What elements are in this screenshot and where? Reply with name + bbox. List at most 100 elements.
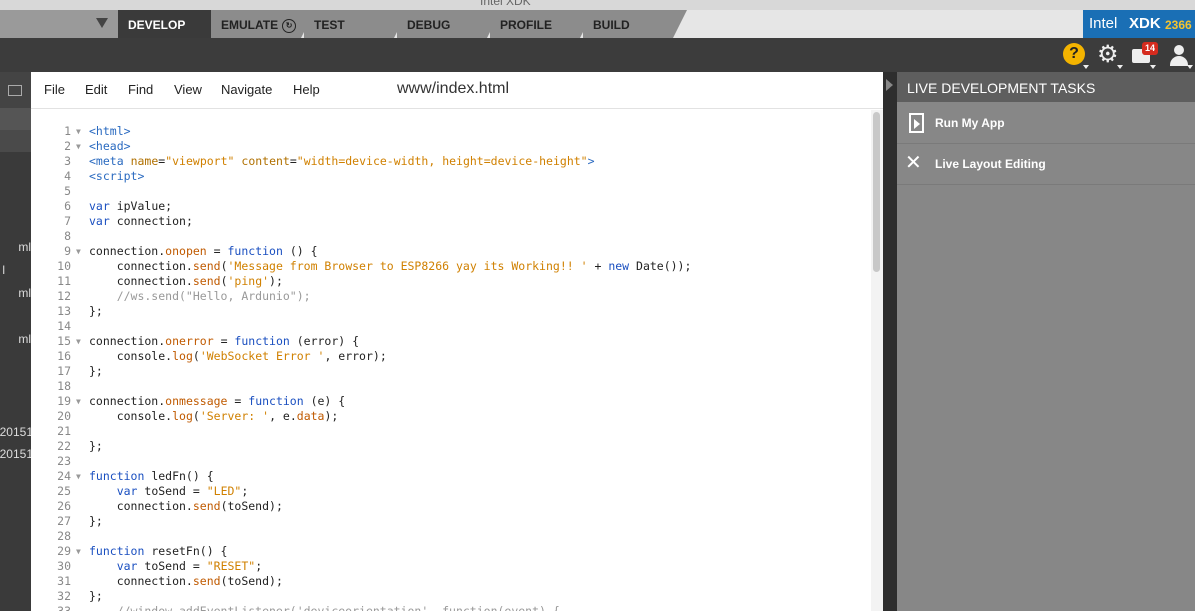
code-text: console.log('WebSocket Error ', error); — [89, 349, 387, 363]
code-text: }; — [89, 364, 103, 378]
task-live-layout-editing[interactable]: ✕ Live Layout Editing — [897, 145, 1195, 185]
top-toolbar: ? ⚙ 14 — [0, 38, 1195, 72]
line-number: 18 — [57, 379, 71, 393]
line-number: 22 — [57, 439, 71, 453]
line-number: 4 — [64, 169, 71, 183]
editor-scrollbar[interactable] — [871, 110, 883, 611]
menu-file[interactable]: File — [44, 82, 65, 97]
fold-arrow-icon[interactable]: ▼ — [76, 544, 81, 559]
file-tree-item[interactable]: 20151 — [0, 447, 31, 461]
menu-view[interactable]: View — [174, 82, 202, 97]
chat-icon[interactable]: 14 — [1130, 42, 1158, 69]
tab-profile[interactable]: PROFILE — [490, 10, 594, 38]
editor-menu-bar: File Edit Find View Navigate Help www/in… — [31, 72, 883, 109]
brand-product: XDK — [1129, 15, 1161, 32]
line-number: 12 — [57, 289, 71, 303]
fold-arrow-icon[interactable]: ▼ — [76, 244, 81, 259]
line-number: 27 — [57, 514, 71, 528]
code-text: connection.onmessage = function (e) { — [89, 394, 346, 408]
fold-arrow-icon[interactable]: ▼ — [76, 334, 81, 349]
line-number: 7 — [64, 214, 71, 228]
tab-develop-label: DEVELOP — [128, 18, 186, 32]
brand-intel: Intel — [1089, 15, 1118, 32]
task-label: Run My App — [935, 116, 1005, 130]
code-text: connection.send(toSend); — [89, 574, 283, 588]
file-tree-selected-row[interactable] — [0, 108, 31, 130]
line-number: 19 — [57, 394, 71, 408]
code-text: var toSend = "LED"; — [116, 484, 249, 498]
code-text: }; — [89, 589, 103, 603]
line-number: 16 — [57, 349, 71, 363]
project-menu[interactable] — [0, 10, 118, 38]
line-number: 20 — [57, 409, 71, 423]
fold-arrow-icon[interactable]: ▼ — [76, 469, 81, 484]
line-number: 26 — [57, 499, 71, 513]
run-app-icon — [909, 113, 924, 133]
code-text: function ledFn() { — [89, 469, 214, 483]
line-number: 28 — [57, 529, 71, 543]
code-area[interactable]: 1 ▼ <html> 2 ▼ <head> 3 <meta name="viewport" c… — [31, 122, 871, 611]
help-icon[interactable]: ? — [1063, 43, 1089, 69]
collapse-panel-icon[interactable] — [8, 85, 22, 96]
tab-profile-label: PROFILE — [500, 18, 553, 32]
code-text: }; — [89, 514, 103, 528]
main-tab-bar: DEVELOP EMULATE ↻ TEST DEBUG PROFILE BUIL… — [0, 10, 1195, 38]
line-number: 32 — [57, 589, 71, 603]
tab-build[interactable]: BUILD — [583, 10, 687, 38]
brand-version: 2366 — [1165, 18, 1192, 32]
code-text: function resetFn() { — [89, 544, 228, 558]
expand-panel-icon[interactable] — [886, 79, 893, 91]
scrollbar-thumb[interactable] — [873, 112, 880, 272]
menu-find[interactable]: Find — [128, 82, 153, 97]
user-icon[interactable] — [1167, 43, 1193, 69]
window-title: Intel XDK — [480, 0, 531, 8]
file-tree-item[interactable]: ml — [18, 240, 31, 254]
menu-navigate[interactable]: Navigate — [221, 82, 272, 97]
line-number: 21 — [57, 424, 71, 438]
code-text: //window.addEventListener('deviceorienta… — [89, 604, 560, 611]
panel-splitter[interactable] — [883, 72, 897, 611]
line-number: 6 — [64, 199, 71, 213]
line-number: 31 — [57, 574, 71, 588]
menu-help[interactable]: Help — [293, 82, 320, 97]
tab-debug[interactable]: DEBUG — [397, 10, 501, 38]
tab-emulate-label: EMULATE — [221, 18, 279, 32]
dropdown-arrow-icon[interactable] — [96, 18, 108, 28]
code-text: }; — [89, 304, 103, 318]
code-text: <meta name="viewport" content="width=dev… — [89, 154, 595, 168]
tab-emulate[interactable]: EMULATE ↻ — [211, 10, 315, 38]
gear-icon[interactable]: ⚙ — [1097, 43, 1123, 69]
line-number: 33 — [57, 604, 71, 611]
line-number: 5 — [64, 184, 71, 198]
code-text: <head> — [89, 139, 131, 153]
intel-xdk-logo: Intel XDK 2366 — [1083, 10, 1195, 38]
code-text: connection.send('Message from Browser to… — [89, 259, 692, 273]
line-number: 24 — [57, 469, 71, 483]
fold-arrow-icon[interactable]: ▼ — [76, 394, 81, 409]
file-tree-item[interactable]: l — [2, 263, 5, 277]
fold-arrow-icon[interactable]: ▼ — [76, 124, 81, 139]
tab-develop[interactable]: DEVELOP — [118, 10, 226, 38]
code-text: console.log('Server: ', e.data); — [89, 409, 339, 423]
line-number: 29 — [57, 544, 71, 558]
notification-badge: 14 — [1142, 42, 1158, 55]
line-number: 11 — [57, 274, 71, 288]
code-text: var ipValue; — [89, 199, 173, 213]
file-tree-item[interactable]: ml — [18, 332, 31, 346]
fold-arrow-icon[interactable]: ▼ — [76, 139, 81, 154]
task-run-my-app[interactable]: Run My App — [897, 104, 1195, 144]
line-number: 25 — [57, 484, 71, 498]
file-tree-item[interactable]: 20151 — [0, 425, 31, 439]
line-number: 13 — [57, 304, 71, 318]
file-tree-row[interactable] — [0, 130, 31, 152]
code-text: var toSend = "RESET"; — [116, 559, 263, 573]
code-editor: File Edit Find View Navigate Help www/in… — [31, 72, 883, 611]
tab-test[interactable]: TEST — [304, 10, 408, 38]
file-tree-item[interactable]: ml — [18, 286, 31, 300]
code-text: connection.send('ping'); — [89, 274, 283, 288]
menu-edit[interactable]: Edit — [85, 82, 107, 97]
code-text: connection.onerror = function (error) { — [89, 334, 360, 348]
line-number: 30 — [57, 559, 71, 573]
line-number: 14 — [57, 319, 71, 333]
code-text: }; — [89, 439, 103, 453]
